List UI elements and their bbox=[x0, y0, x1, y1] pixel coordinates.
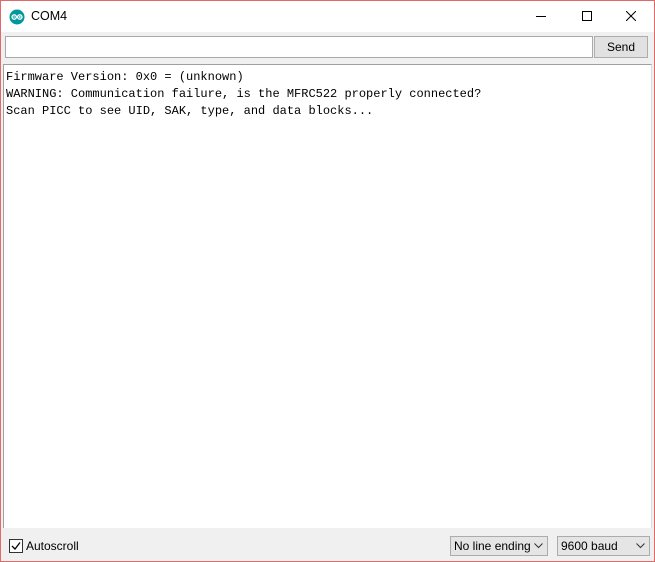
chevron-down-icon bbox=[534, 543, 543, 549]
send-toolbar: Send bbox=[1, 32, 654, 64]
output-line: Firmware Version: 0x0 = (unknown) bbox=[6, 70, 244, 84]
autoscroll-checkbox[interactable] bbox=[9, 539, 23, 553]
close-button[interactable] bbox=[608, 1, 654, 32]
close-icon bbox=[626, 11, 636, 21]
arduino-logo-icon bbox=[9, 9, 25, 25]
autoscroll-label: Autoscroll bbox=[26, 539, 79, 553]
baud-rate-value: 9600 baud bbox=[561, 539, 618, 553]
chevron-down-icon bbox=[636, 543, 645, 549]
minimize-icon bbox=[536, 16, 546, 17]
minimize-button[interactable] bbox=[518, 1, 564, 32]
baud-rate-select[interactable]: 9600 baud bbox=[557, 536, 650, 556]
window-title: COM4 bbox=[31, 9, 68, 23]
status-bar: Autoscroll No line ending 9600 baud bbox=[1, 530, 654, 561]
title-bar[interactable]: COM4 bbox=[1, 1, 654, 32]
send-button[interactable]: Send bbox=[594, 36, 648, 58]
maximize-button[interactable] bbox=[564, 1, 610, 32]
serial-monitor-window: COM4 Send Firmware Version: 0x0 = (unkno… bbox=[0, 0, 655, 562]
maximize-icon bbox=[582, 11, 592, 21]
line-ending-select[interactable]: No line ending bbox=[450, 536, 548, 556]
output-line: Scan PICC to see UID, SAK, type, and dat… bbox=[6, 104, 374, 118]
output-line: WARNING: Communication failure, is the M… bbox=[6, 87, 482, 101]
serial-send-input[interactable] bbox=[5, 36, 593, 58]
checkmark-icon bbox=[11, 542, 21, 550]
line-ending-value: No line ending bbox=[454, 539, 531, 553]
serial-output-area[interactable]: Firmware Version: 0x0 = (unknown) WARNIN… bbox=[3, 64, 652, 528]
